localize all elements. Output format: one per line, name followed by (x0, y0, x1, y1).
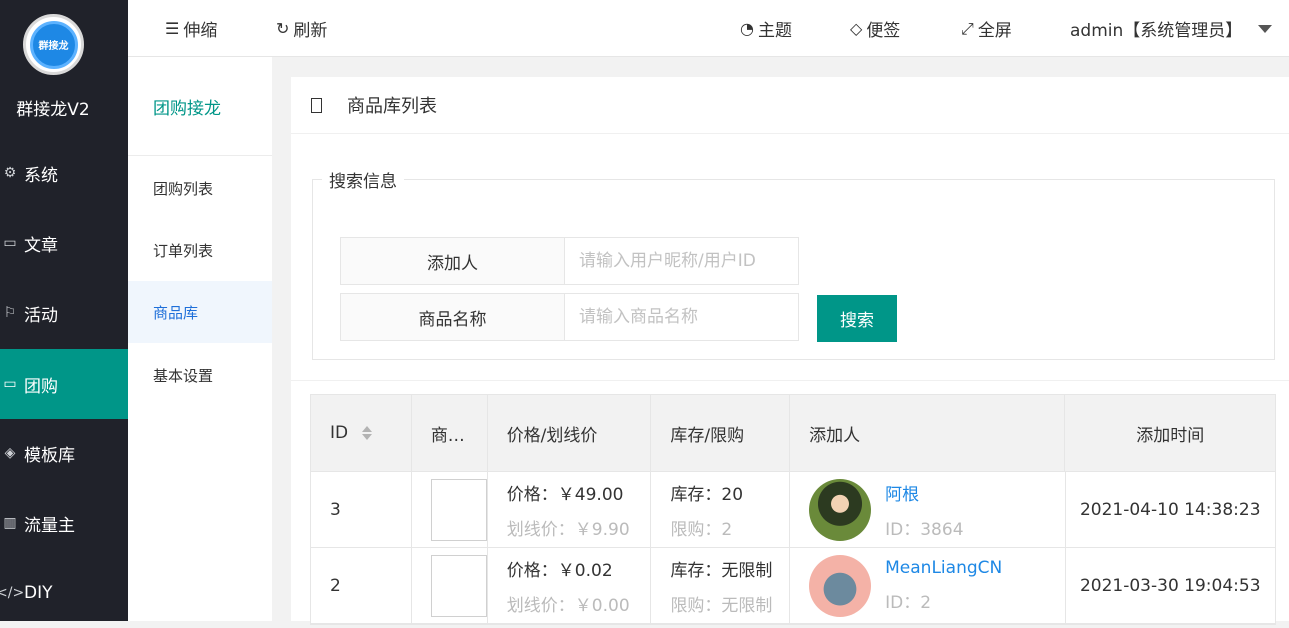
top-header: ☰ 伸缩 ↻ 刷新 ◔ 主题 ◇ 便签 ⤢ 全屏 admin【系统管理员】 (128, 0, 1289, 57)
user-link[interactable]: MeanLiangCN (885, 558, 1002, 578)
user-id: ID：2 (885, 593, 932, 613)
cell-adder: MeanLiangCN ID：2 (790, 548, 1066, 623)
product-thumbnail[interactable] (430, 478, 487, 541)
search-legend: 搜索信息 (329, 172, 397, 192)
col-adder: 添加人 (790, 395, 1066, 471)
code-icon: </> (0, 585, 25, 601)
note-button[interactable]: ◇ 便签 (850, 16, 900, 41)
col-image: 商… (412, 395, 488, 471)
nav-item-label: 团购 (24, 376, 58, 397)
col-id[interactable]: ID (311, 395, 412, 471)
cell-id: 2 (311, 548, 412, 623)
adder-field-row: 添加人 (340, 237, 799, 285)
avatar (809, 554, 872, 617)
nav-item-templates[interactable]: ◈ 模板库 (0, 418, 128, 488)
logo-text: 群接龙 (29, 20, 78, 69)
user-link[interactable]: 阿根 (885, 480, 919, 505)
theme-button[interactable]: ◔ 主题 (740, 16, 792, 41)
flag-icon: ⚐ (3, 305, 17, 321)
nav-item-article[interactable]: ▭ 文章 (0, 208, 128, 278)
nav-item-diy[interactable]: </> DIY (0, 558, 128, 628)
refresh-button[interactable]: ↻ 刷新 (276, 16, 327, 41)
nav-item-label: 活动 (24, 305, 58, 326)
cell-stock: 库存：20 限购：2 (651, 472, 791, 547)
cell-stock: 库存：无限制 限购：无限制 (651, 548, 791, 623)
nav-item-traffic[interactable]: ▥ 流量主 (0, 488, 128, 558)
search-button[interactable]: 搜索 (817, 295, 897, 342)
adder-label: 添加人 (341, 238, 565, 284)
main-sidebar: 群接龙 群接龙V2 ⚙ 系统 ▭ 文章 ⚐ 活动 ▭ 团购 ◈ 模板库 ▥ 流量… (0, 0, 128, 621)
user-menu[interactable]: admin【系统管理员】 (1070, 16, 1273, 41)
product-thumbnail[interactable] (430, 554, 487, 617)
cell-price: 价格：￥49.00 划线价：￥9.90 (488, 472, 652, 547)
collapse-button[interactable]: ☰ 伸缩 (165, 16, 217, 41)
cell-id: 3 (311, 472, 412, 547)
product-table: ID 商… 价格/划线价 库存/限购 添加人 添加时间 3 价格：￥49.00 … (310, 394, 1276, 625)
refresh-icon: ↻ (276, 19, 290, 38)
table-row[interactable]: 2 价格：￥0.02 划线价：￥0.00 库存：无限制 限购：无限制 MeanL… (311, 548, 1275, 624)
sub-sidebar: 团购接龙 团购列表 订单列表 商品库 基本设置 (128, 0, 272, 621)
content-card: 商品库列表 搜索信息 添加人 商品名称 搜索 ID 商… 价格/划线价 库存/限… (291, 77, 1289, 625)
divider (291, 380, 1289, 381)
nav-item-label: 系统 (24, 165, 58, 186)
cell-adder: 阿根 ID：3864 (790, 472, 1066, 547)
tag-icon: ◇ (850, 19, 863, 38)
search-panel: 搜索信息 添加人 商品名称 搜索 (312, 167, 1275, 360)
adder-input[interactable] (565, 238, 798, 284)
nav-item-label: 流量主 (24, 515, 75, 536)
cell-price: 价格：￥0.02 划线价：￥0.00 (488, 548, 652, 623)
nav-item-groupbuy[interactable]: ▭ 团购 (0, 349, 128, 419)
table-row[interactable]: 3 价格：￥49.00 划线价：￥9.90 库存：20 限购：2 阿根 ID：3… (311, 472, 1275, 548)
sub-item-order-list[interactable]: 订单列表 (128, 219, 272, 281)
sub-sidebar-title: 团购接龙 (128, 57, 272, 156)
avatar (809, 478, 872, 541)
logo: 群接龙 (23, 14, 84, 75)
layers-icon: ◈ (4, 445, 16, 461)
cell-image (412, 548, 488, 623)
sub-item-product-library[interactable]: 商品库 (128, 281, 272, 343)
document-icon (311, 97, 322, 113)
sub-item-basic-settings[interactable]: 基本设置 (128, 344, 272, 406)
palette-icon: ◔ (740, 19, 754, 38)
card-header: 商品库列表 (291, 77, 1289, 134)
chart-icon: ▥ (3, 515, 17, 531)
fullscreen-button[interactable]: ⤢ 全屏 (961, 16, 1012, 42)
col-stock: 库存/限购 (651, 395, 791, 471)
nav-item-system[interactable]: ⚙ 系统 (0, 138, 128, 208)
col-time: 添加时间 (1136, 425, 1205, 446)
cart-icon: ▭ (3, 376, 17, 392)
product-name-input[interactable] (565, 294, 798, 340)
gear-icon: ⚙ (3, 165, 17, 181)
col-price: 价格/划线价 (488, 395, 652, 471)
nav-item-label: 文章 (24, 235, 58, 256)
product-name-label: 商品名称 (341, 294, 565, 340)
table-header: ID 商… 价格/划线价 库存/限购 添加人 添加时间 (311, 395, 1275, 472)
brand-title: 群接龙V2 (16, 100, 90, 120)
caret-down-icon (1258, 24, 1273, 33)
cell-image (412, 472, 488, 547)
page-title: 商品库列表 (347, 96, 437, 117)
cell-time: 2021-03-30 19:04:53 (1079, 575, 1261, 596)
nav-item-label: DIY (24, 583, 53, 603)
fullscreen-icon: ⤢ (961, 18, 974, 38)
name-field-row: 商品名称 (340, 293, 799, 341)
nav-item-activity[interactable]: ⚐ 活动 (0, 278, 128, 348)
sort-icon[interactable] (362, 426, 373, 440)
nav-item-label: 模板库 (24, 445, 75, 466)
indent-icon: ☰ (165, 19, 180, 38)
cell-time: 2021-04-10 14:38:23 (1079, 499, 1261, 520)
book-icon: ▭ (3, 235, 17, 251)
user-id: ID：3864 (885, 519, 964, 540)
sub-item-groupbuy-list[interactable]: 团购列表 (128, 157, 272, 219)
